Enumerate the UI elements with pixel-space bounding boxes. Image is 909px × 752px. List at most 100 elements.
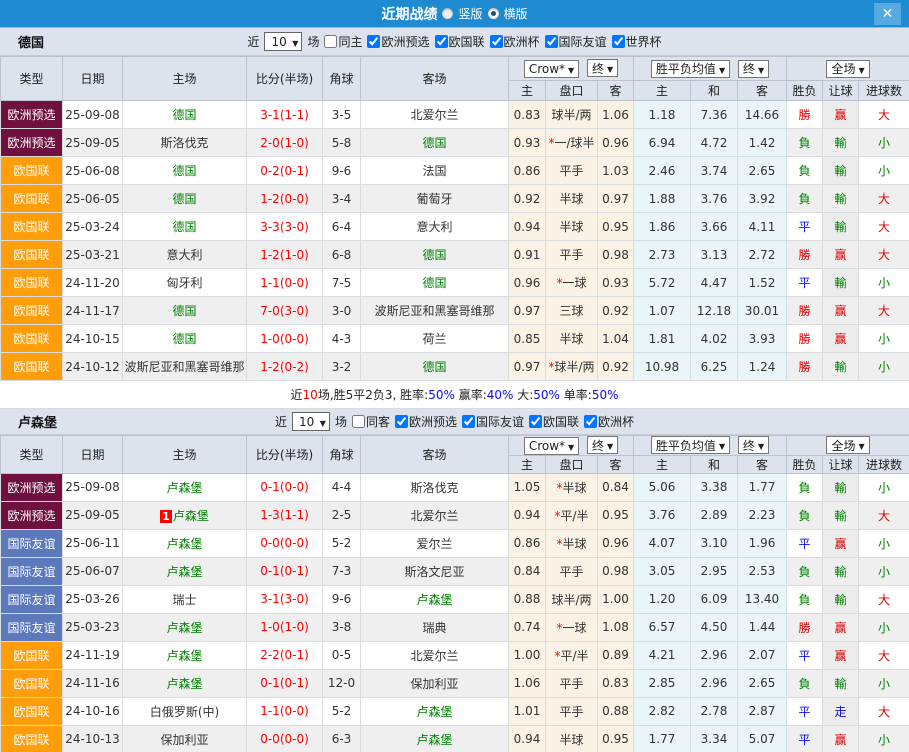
odds-time-select[interactable]: 终 — [587, 59, 618, 77]
odds-group-header: Crow* 终 — [509, 436, 634, 456]
result-goals-cell: 大 — [859, 297, 909, 325]
avg-home-cell: 4.21 — [634, 641, 691, 669]
home-team-cell: 匈牙利 — [123, 269, 247, 297]
league-type-cell: 欧国联 — [1, 241, 63, 269]
col-avg-draw: 和 — [691, 81, 738, 101]
match-row: 欧国联25-06-08德国0-2(0-1)9-6法国0.86平手1.032.46… — [1, 157, 909, 185]
handicap-cell: 平手 — [546, 241, 598, 269]
crow-away-odds-cell: 0.96 — [598, 529, 634, 557]
match-row: 欧洲预选25-09-051卢森堡1-3(1-1)2-5北爱尔兰0.94*平/半0… — [1, 501, 909, 529]
col-odds-handicap: 盘口 — [546, 455, 598, 473]
league-type-cell: 欧国联 — [1, 669, 63, 697]
away-team-cell: 北爱尔兰 — [361, 101, 509, 129]
crow-away-odds-cell: 0.88 — [598, 697, 634, 725]
league-checkbox[interactable] — [612, 35, 625, 48]
league-checkbox[interactable] — [584, 415, 597, 428]
avg-time-select[interactable]: 终 — [738, 60, 769, 78]
scope-select[interactable]: 全场 — [826, 436, 869, 454]
bookmaker-select[interactable]: Crow* — [524, 437, 579, 455]
games-count-select[interactable]: 10 — [264, 32, 302, 51]
result-handicap-cell: 輸 — [823, 213, 859, 241]
away-team-name: 意大利 — [416, 220, 452, 234]
horizontal-layout-label[interactable]: 横版 — [504, 5, 528, 22]
scope-select[interactable]: 全场 — [826, 60, 869, 78]
result-wdl-cell: 勝 — [787, 297, 823, 325]
score-cell: 2-2(0-1) — [247, 641, 323, 669]
col-avg-home: 主 — [634, 81, 691, 101]
home-team-name: 德国 — [172, 304, 196, 318]
league-checkbox[interactable] — [367, 35, 380, 48]
away-team-cell: 斯洛伐克 — [361, 473, 509, 501]
chevron-down-icon — [289, 35, 298, 49]
avg-time-select[interactable]: 终 — [738, 436, 769, 454]
league-checkbox[interactable] — [462, 415, 475, 428]
col-odds-away: 客 — [598, 81, 634, 101]
crow-home-odds-cell: 0.88 — [509, 585, 546, 613]
avg-select[interactable]: 胜平负均值 — [651, 436, 730, 454]
league-filter[interactable]: 欧洲预选 — [362, 33, 429, 50]
odds-time-select[interactable]: 终 — [587, 436, 618, 454]
same-venue-checkbox[interactable] — [352, 415, 365, 428]
league-checkbox[interactable] — [545, 35, 558, 48]
away-team-name: 法国 — [422, 164, 446, 178]
avg-home-cell: 3.05 — [634, 557, 691, 585]
league-filters: 欧洲预选国际友谊欧国联欧洲杯 — [390, 413, 634, 431]
home-team-cell: 1卢森堡 — [123, 501, 247, 529]
close-button[interactable]: ✕ — [874, 3, 901, 25]
col-result-goals: 进球数 — [859, 81, 909, 101]
filter-bar: 近 10 场 同主 欧洲预选欧国联欧洲杯国际友谊世界杯 — [0, 32, 909, 51]
away-team-cell: 德国 — [361, 353, 509, 381]
league-checkbox[interactable] — [435, 35, 448, 48]
horizontal-layout-radio[interactable] — [488, 8, 499, 19]
away-team-name: 荷兰 — [422, 332, 446, 346]
league-checkbox[interactable] — [529, 415, 542, 428]
result-wdl-cell: 負 — [787, 585, 823, 613]
chevron-down-icon — [716, 62, 725, 76]
corners-cell: 5-8 — [323, 129, 361, 157]
score-cell: 3-1(3-0) — [247, 585, 323, 613]
home-team-name: 保加利亚 — [160, 733, 208, 747]
avg-away-cell: 3.92 — [738, 185, 787, 213]
result-goals-cell: 大 — [859, 697, 909, 725]
handicap-cell: 半球 — [546, 185, 598, 213]
match-row: 欧国联25-06-05德国1-2(0-0)3-4葡萄牙0.92半球0.971.8… — [1, 185, 909, 213]
league-filter[interactable]: 欧国联 — [524, 413, 579, 430]
corners-cell: 9-6 — [323, 585, 361, 613]
games-count-select[interactable]: 10 — [292, 412, 330, 431]
score-cell: 1-2(0-0) — [247, 185, 323, 213]
result-handicap-cell: 赢 — [823, 613, 859, 641]
match-row: 国际友谊25-03-23卢森堡1-0(1-0)3-8瑞典0.74*一球1.086… — [1, 613, 909, 641]
league-filter[interactable]: 世界杯 — [607, 33, 662, 50]
away-team-cell: 荷兰 — [361, 325, 509, 353]
chevron-down-icon — [855, 438, 864, 452]
avg-draw-cell: 3.13 — [691, 241, 738, 269]
col-avg-home: 主 — [634, 455, 691, 473]
same-venue-filter[interactable]: 同客 — [347, 413, 390, 430]
league-filter[interactable]: 国际友谊 — [540, 33, 607, 50]
league-filter[interactable]: 欧洲杯 — [579, 413, 634, 430]
avg-draw-cell: 4.47 — [691, 269, 738, 297]
league-filter[interactable]: 欧洲预选 — [390, 413, 457, 430]
avg-away-cell: 2.23 — [738, 501, 787, 529]
league-filter[interactable]: 欧国联 — [430, 33, 485, 50]
page-title: 近期战绩 — [381, 4, 437, 24]
league-filter[interactable]: 欧洲杯 — [485, 33, 540, 50]
same-venue-checkbox[interactable] — [324, 35, 337, 48]
result-goals-cell: 小 — [859, 157, 909, 185]
bookmaker-select[interactable]: Crow* — [524, 60, 579, 78]
vertical-layout-label[interactable]: 竖版 — [458, 5, 482, 22]
date-cell: 25-06-05 — [63, 185, 123, 213]
avg-select[interactable]: 胜平负均值 — [651, 60, 730, 78]
handicap-cell: 半球 — [546, 325, 598, 353]
avg-home-cell: 1.81 — [634, 325, 691, 353]
league-type-cell: 欧国联 — [1, 641, 63, 669]
crow-away-odds-cell: 0.95 — [598, 725, 634, 752]
league-filter[interactable]: 国际友谊 — [457, 413, 524, 430]
league-checkbox[interactable] — [395, 415, 408, 428]
league-checkbox[interactable] — [490, 35, 503, 48]
vertical-layout-radio[interactable] — [442, 8, 453, 19]
match-row: 欧国联24-10-16白俄罗斯(中)1-1(0-0)5-2卢森堡1.01平手0.… — [1, 697, 909, 725]
same-venue-filter[interactable]: 同主 — [319, 33, 362, 50]
score-cell: 1-3(1-1) — [247, 501, 323, 529]
star-mark: * — [556, 481, 562, 495]
